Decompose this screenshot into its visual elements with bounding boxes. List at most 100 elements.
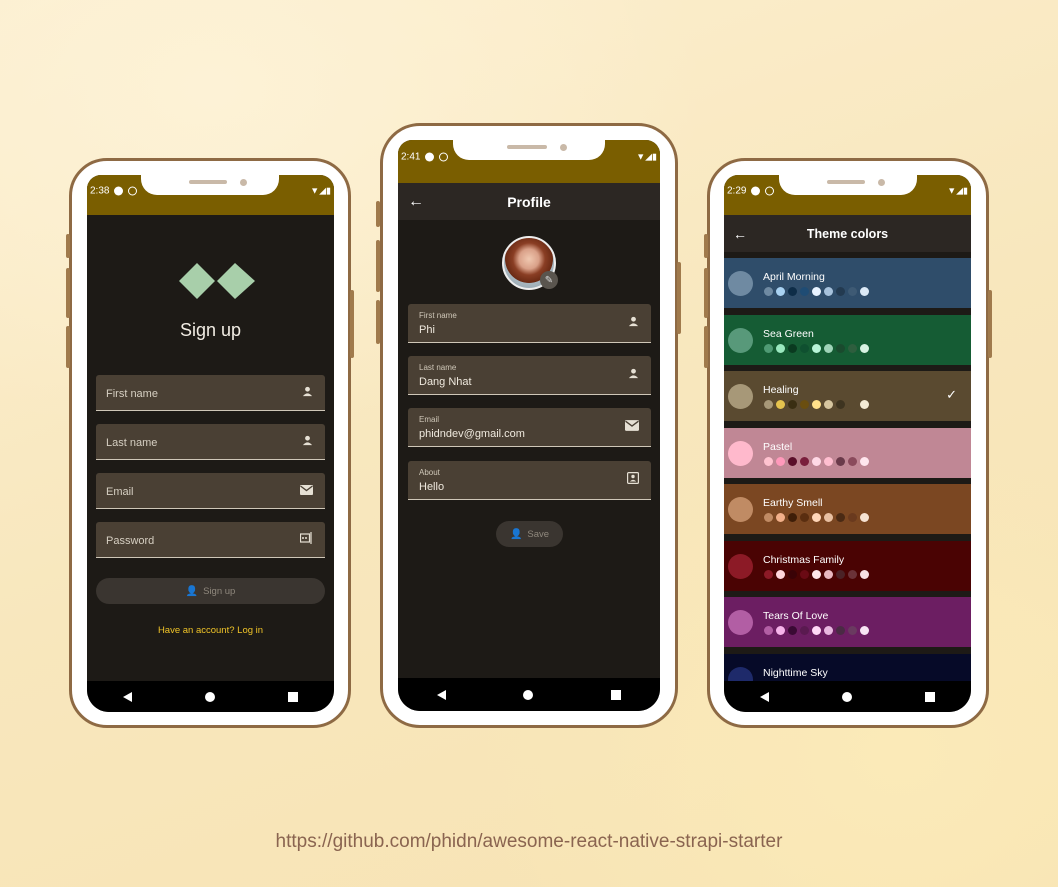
palette-dot (788, 513, 797, 522)
theme-name: Sea Green (763, 327, 814, 340)
palette-dot (788, 626, 797, 635)
back-arrow-icon[interactable]: ← (733, 226, 747, 242)
last-name-field[interactable]: Last name (96, 424, 325, 460)
theme-color-swatch (728, 440, 753, 466)
profile-screen: 2:41 ▼◢▮ ← Profile ✎ First name Phi Last… (398, 140, 660, 711)
theme-name: Christmas Family (763, 553, 845, 566)
palette-dot (800, 400, 809, 409)
nav-back-icon[interactable] (123, 691, 133, 702)
nav-recents-icon[interactable] (924, 691, 935, 702)
palette-dot (812, 569, 821, 579)
password-field[interactable]: Password (96, 522, 325, 558)
palette-dot (776, 343, 785, 353)
last-name-field[interactable]: Last name Dang Nhat (408, 356, 651, 395)
nav-home-icon[interactable] (204, 691, 215, 702)
theme-name: Tears Of Love (763, 610, 829, 622)
nav-recents-icon[interactable] (287, 691, 298, 702)
theme-row[interactable]: Tears Of Love (724, 597, 971, 647)
power-button (350, 290, 354, 358)
person-icon (302, 433, 313, 451)
palette-dot (812, 343, 821, 353)
palette-dot (800, 456, 809, 466)
theme-color-swatch (728, 271, 753, 296)
person-icon (302, 384, 313, 402)
palette-dot (812, 287, 821, 296)
theme-row[interactable]: Nighttime Sky (724, 653, 971, 681)
theme-row[interactable]: Pastel (724, 427, 971, 478)
palette-dot (848, 569, 857, 579)
palette-dot (824, 569, 833, 579)
contact-card-icon (627, 471, 640, 489)
theme-name: April Morning (763, 271, 825, 283)
person-icon (628, 366, 639, 384)
palette-dot (764, 287, 773, 296)
login-link[interactable]: Have an account? Log in (87, 625, 334, 636)
edit-avatar-icon[interactable]: ✎ (540, 271, 558, 289)
side-button (66, 326, 70, 368)
palette-dot (812, 626, 821, 635)
theme-row[interactable]: Healing ✓ (724, 371, 971, 421)
last-name-value: Dang Nhat (419, 376, 472, 388)
power-button (677, 262, 681, 334)
themes-app-bar: ← Theme colors (724, 215, 971, 252)
sync-icon (128, 186, 138, 196)
nav-home-icon[interactable] (841, 691, 852, 702)
phone-notch (453, 138, 605, 160)
password-label: Password (106, 535, 155, 547)
volume-down-button (376, 240, 380, 292)
nav-back-icon[interactable] (760, 691, 770, 702)
about-label: About (419, 468, 440, 477)
back-arrow-icon[interactable]: ← (408, 193, 424, 211)
palette-dot (788, 456, 797, 466)
side-button (376, 300, 380, 344)
theme-row[interactable]: Earthy Smell (724, 484, 971, 534)
palette-dot (860, 400, 869, 409)
palette-dot (860, 456, 869, 466)
palette-dot (836, 287, 845, 296)
theme-row[interactable]: Sea Green (724, 314, 971, 365)
theme-row[interactable]: April Morning (724, 258, 971, 308)
last-name-label: Last name (106, 437, 158, 449)
palette-dot (836, 569, 845, 579)
palette-dot (764, 400, 773, 409)
first-name-field[interactable]: First name Phi (408, 304, 651, 343)
sync-icon (765, 186, 775, 196)
theme-color-swatch (728, 666, 753, 681)
save-button[interactable]: 👤 Save (496, 521, 563, 547)
password-icon (299, 531, 313, 549)
mail-icon (300, 482, 313, 500)
nav-recents-icon[interactable] (611, 689, 622, 700)
palette-dot (848, 456, 857, 466)
notification-icon (751, 186, 761, 196)
palette-dot (812, 456, 821, 466)
palette-dot (776, 287, 785, 296)
palette-dot (764, 626, 773, 635)
github-url[interactable]: https://github.com/phidn/awesome-react-n… (0, 831, 1058, 853)
status-time: 2:41 (401, 151, 421, 163)
mail-icon (625, 418, 639, 436)
theme-palette (764, 513, 869, 522)
palette-dot (848, 287, 857, 296)
palette-dot (824, 626, 833, 635)
theme-palette (764, 343, 869, 353)
first-name-field[interactable]: First name (96, 375, 325, 411)
palette-dot (848, 626, 857, 635)
nav-home-icon[interactable] (523, 689, 534, 700)
signup-button[interactable]: 👤 Sign up (96, 578, 325, 604)
about-field[interactable]: About Hello (408, 461, 651, 500)
signup-button-label: Sign up (203, 585, 236, 597)
first-name-label: First name (419, 311, 457, 320)
palette-dot (800, 513, 809, 522)
email-field[interactable]: Email phidndev@gmail.com (408, 408, 651, 447)
palette-dot (788, 400, 797, 409)
palette-dot (788, 569, 797, 579)
palette-dot (860, 343, 869, 353)
palette-dot (860, 513, 869, 522)
email-field[interactable]: Email (96, 473, 325, 509)
wifi-signal-battery-icon: ▼◢▮ (947, 185, 968, 196)
android-nav-bar (724, 681, 971, 712)
theme-name: Healing (763, 384, 799, 396)
palette-dot (848, 400, 857, 409)
theme-row[interactable]: Christmas Family (724, 540, 971, 591)
nav-back-icon[interactable] (436, 689, 446, 700)
